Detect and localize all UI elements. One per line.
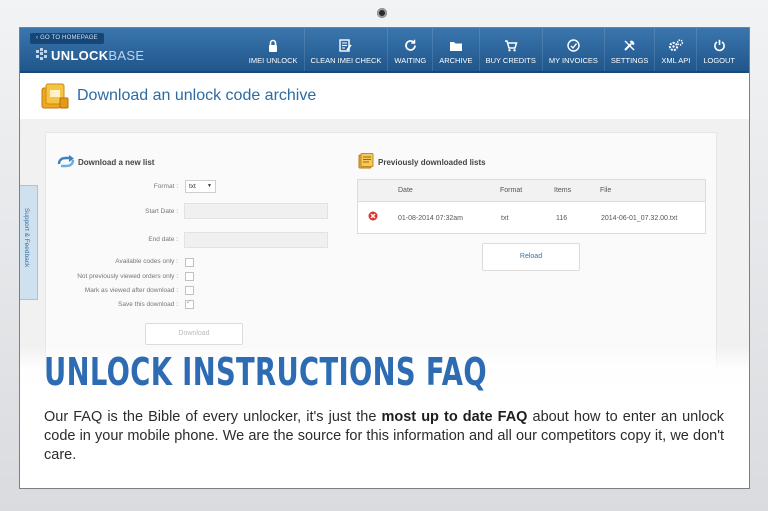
- download-new-list-title: Download a new list: [78, 158, 155, 167]
- start-date-label: Start Date :: [145, 208, 178, 215]
- invoice-icon: [567, 39, 580, 52]
- lock-icon: [269, 39, 278, 52]
- app-screen: ‹ Go to homepage UNLOCKBASE IMEI Unlock …: [19, 27, 750, 489]
- faq-headline: UNLOCK INSTRUCTIONS FAQ: [44, 350, 487, 394]
- nav-my-invoices[interactable]: My Invoices: [541, 28, 604, 71]
- main-nav: IMEI Unlock Clean IMEI Check Waiting Arc…: [243, 28, 741, 71]
- logo-mark-icon: [36, 48, 51, 63]
- unlockbase-logo[interactable]: UNLOCKBASE: [36, 48, 144, 63]
- go-to-homepage-link[interactable]: ‹ Go to homepage: [30, 33, 104, 44]
- format-select[interactable]: txt ▼: [185, 180, 216, 193]
- refresh-icon: [404, 39, 416, 51]
- support-feedback-tab[interactable]: Support & Feedback: [20, 185, 38, 300]
- end-date-input[interactable]: [184, 232, 328, 248]
- row-file-link[interactable]: 2014-06-01_07.32.00.txt: [601, 215, 677, 222]
- nav-clean-imei-check[interactable]: Clean IMEI Check: [303, 28, 388, 71]
- downloads-table: Date Format Items File 01-08-2014 07:32a…: [357, 179, 706, 234]
- page-header: Download an unlock code archive: [20, 73, 749, 119]
- col-date: Date: [398, 187, 413, 194]
- cart-icon: [504, 40, 518, 52]
- format-label: Format :: [153, 183, 178, 190]
- download-list-icon: [57, 155, 75, 168]
- nav-settings[interactable]: Settings: [603, 28, 655, 71]
- available-codes-only-checkbox[interactable]: [185, 258, 194, 267]
- row-format: txt: [501, 215, 509, 222]
- not-viewed-orders-label: Not previously viewed orders only :: [77, 273, 178, 280]
- mark-as-viewed-label: Mark as viewed after download :: [84, 287, 178, 294]
- caret-down-icon: ▼: [207, 183, 212, 189]
- row-date: 01-08-2014 07:32am: [398, 215, 463, 222]
- reload-button[interactable]: Reload: [482, 243, 580, 271]
- device-camera: [377, 8, 387, 18]
- not-viewed-orders-checkbox[interactable]: [185, 272, 194, 281]
- previously-downloaded-title: Previously downloaded lists: [378, 158, 486, 167]
- checklist-icon: [339, 39, 353, 52]
- logo-text-thin: BASE: [108, 48, 145, 63]
- col-items: Items: [554, 187, 572, 194]
- power-icon: [713, 39, 725, 52]
- nav-waiting[interactable]: Waiting: [387, 28, 432, 71]
- nav-logout[interactable]: Logout: [696, 28, 741, 71]
- available-codes-only-label: Available codes only :: [115, 258, 178, 265]
- save-download-checkbox[interactable]: [185, 298, 194, 309]
- nav-buy-credits[interactable]: Buy Credits: [478, 28, 542, 71]
- nav-archive[interactable]: Archive: [432, 28, 478, 71]
- faq-emphasis: most up to date FAQ: [381, 409, 528, 425]
- wrench-icon: [624, 40, 635, 51]
- gears-icon: [668, 39, 684, 52]
- start-date-input[interactable]: [184, 203, 328, 219]
- col-format: Format: [500, 187, 523, 194]
- downloaded-lists-icon: [358, 153, 374, 169]
- folder-icon: [449, 42, 462, 51]
- logo-text-bold: UNLOCK: [51, 48, 109, 63]
- col-file: File: [600, 187, 612, 194]
- faq-description: Our FAQ is the Bible of every unlocker, …: [44, 409, 725, 463]
- top-navigation-bar: ‹ Go to homepage UNLOCKBASE IMEI Unlock …: [20, 28, 749, 73]
- archive-box-icon: [41, 83, 69, 109]
- row-items: 116: [556, 215, 568, 222]
- mark-as-viewed-checkbox[interactable]: [185, 286, 194, 295]
- nav-xml-api[interactable]: XML API: [654, 28, 696, 71]
- delete-icon[interactable]: [368, 211, 378, 221]
- nav-imei-unlock[interactable]: IMEI Unlock: [243, 28, 304, 71]
- end-date-label: End date :: [148, 236, 178, 243]
- page-title: Download an unlock code archive: [77, 87, 317, 104]
- download-button[interactable]: Download: [145, 323, 243, 345]
- save-download-label: Save this download :: [118, 301, 178, 308]
